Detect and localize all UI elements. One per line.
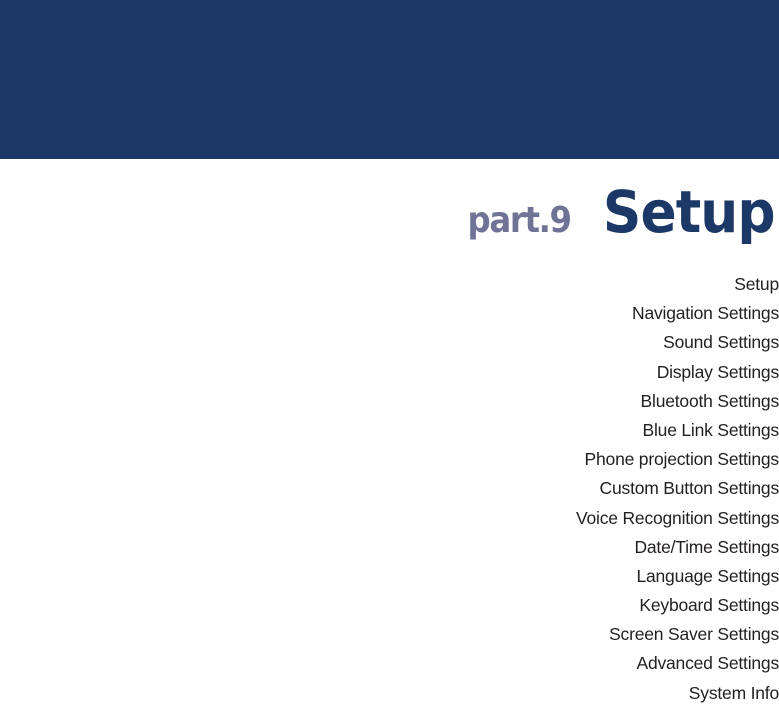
toc-item-phone-projection-settings[interactable]: Phone projection Settings bbox=[576, 447, 779, 476]
toc-item-navigation-settings[interactable]: Navigation Settings bbox=[576, 301, 779, 330]
toc-item-voice-recognition-settings[interactable]: Voice Recognition Settings bbox=[576, 506, 779, 535]
toc-item-display-settings[interactable]: Display Settings bbox=[576, 360, 779, 389]
toc-item-bluetooth-settings[interactable]: Bluetooth Settings bbox=[576, 389, 779, 418]
toc-item-language-settings[interactable]: Language Settings bbox=[576, 564, 779, 593]
toc-item-screen-saver-settings[interactable]: Screen Saver Settings bbox=[576, 622, 779, 651]
part-label: part.9 bbox=[467, 200, 572, 241]
toc-item-setup[interactable]: Setup bbox=[576, 272, 779, 301]
toc-item-advanced-settings[interactable]: Advanced Settings bbox=[576, 651, 779, 680]
toc-item-blue-link-settings[interactable]: Blue Link Settings bbox=[576, 418, 779, 447]
header-band bbox=[0, 0, 779, 159]
toc-item-date-time-settings[interactable]: Date/Time Settings bbox=[576, 535, 779, 564]
toc-item-keyboard-settings[interactable]: Keyboard Settings bbox=[576, 593, 779, 622]
table-of-contents: Setup Navigation Settings Sound Settings… bbox=[576, 272, 779, 710]
toc-item-sound-settings[interactable]: Sound Settings bbox=[576, 330, 779, 359]
toc-item-system-info[interactable]: System Info bbox=[576, 681, 779, 710]
chapter-title: Setup bbox=[603, 178, 776, 246]
chapter-heading: part.9 Setup bbox=[456, 178, 776, 246]
toc-item-custom-button-settings[interactable]: Custom Button Settings bbox=[576, 476, 779, 505]
